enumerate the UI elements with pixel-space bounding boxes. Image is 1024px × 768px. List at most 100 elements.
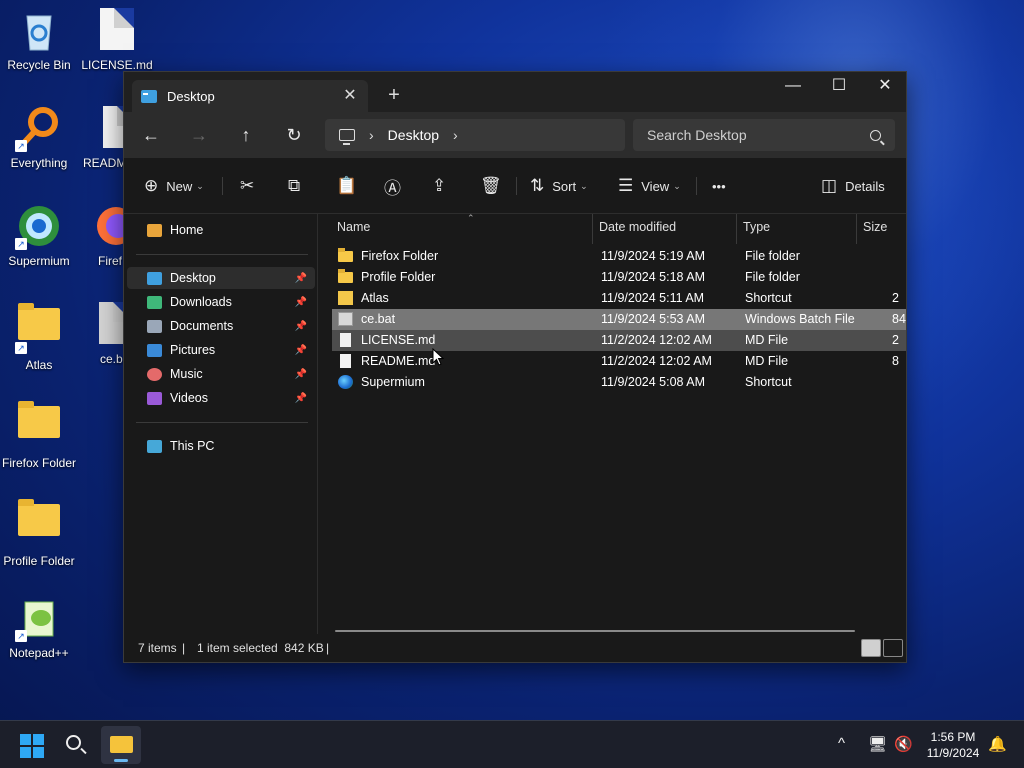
file-explorer-window[interactable]: Desktop ✕ + — ☐ ✕ ← → ↑ ↻ › Desktop › Se… [123,71,907,663]
details-view-button[interactable] [861,639,881,657]
table-row[interactable]: Atlas 11/9/2024 5:11 AM Shortcut 2 [332,288,906,309]
search-input[interactable]: Search Desktop [633,119,895,151]
up-button[interactable]: ↑ [231,121,261,149]
address-bar[interactable]: › Desktop › [325,119,625,151]
sidebar-item-home[interactable]: Home [127,219,315,241]
paste-button[interactable]: 📋 [336,172,357,200]
desktop-icon-ce-bat[interactable]: ce.b [78,302,124,366]
table-row[interactable]: README.md 11/2/2024 12:02 AM MD File 8 [332,351,906,372]
desktop-icon-label: Firef [98,254,122,268]
minimize-button[interactable]: — [770,72,816,102]
sidebar-item-pictures[interactable]: Pictures 📌 [127,339,315,361]
notification-bell-icon[interactable]: 🔔 [988,735,1007,753]
sidebar-item-this-pc[interactable]: This PC [127,435,315,457]
desktop-icon-profile-folder[interactable]: Profile Folder [0,498,78,568]
tiles-view-button[interactable] [883,639,903,657]
mouse-cursor [432,348,444,366]
more-options-button[interactable]: ••• [712,172,726,200]
maximize-button[interactable]: ☐ [816,72,862,102]
search-placeholder: Search Desktop [647,127,747,143]
pc-icon [339,129,355,145]
column-header-size[interactable]: Size [857,214,906,244]
new-tab-button[interactable]: + [382,84,406,108]
music-icon [147,367,162,381]
document-icon [95,8,139,52]
share-button[interactable]: ⇪ [432,172,446,200]
close-button[interactable]: ✕ [862,72,908,102]
file-name: LICENSE.md [361,333,436,347]
pin-icon[interactable]: 📌 [295,345,307,356]
delete-button[interactable]: 🗑 [480,172,502,200]
this-pc-icon [147,439,162,453]
copy-icon: ⧉ [288,176,301,195]
pin-icon[interactable]: 📌 [295,321,307,332]
table-row[interactable]: Supermium 11/9/2024 5:08 AM Shortcut [332,372,906,393]
sidebar-item-videos[interactable]: Videos 📌 [127,387,315,409]
taskbar-file-explorer[interactable] [101,726,141,764]
table-row[interactable]: LICENSE.md 11/2/2024 12:02 AM MD File 2 [332,330,906,351]
pin-icon[interactable]: 📌 [295,297,307,308]
status-separator: | [326,641,330,655]
volume-muted-icon[interactable]: 🔇 [894,735,913,753]
forward-button[interactable]: → [184,121,214,149]
desktop-icon-license[interactable]: LICENSE.md [78,8,156,72]
sidebar-item-music[interactable]: Music 📌 [127,363,315,385]
breadcrumb-desktop[interactable]: Desktop [388,127,439,143]
table-row[interactable]: Profile Folder 11/9/2024 5:18 AM File fold… [332,267,906,288]
details-pane-button[interactable]: ◫ Details [821,172,885,200]
pin-icon[interactable]: 📌 [295,273,307,284]
file-type: MD File [745,354,789,368]
sidebar-item-downloads[interactable]: Downloads 📌 [127,291,315,313]
title-bar[interactable]: Desktop ✕ + — ☐ ✕ [124,72,906,112]
clock[interactable]: 1:56 PM 11/9/2024 [912,729,994,761]
folder-icon [338,248,353,262]
chevron-down-icon: ⌄ [673,180,681,191]
pin-icon[interactable]: 📌 [295,393,307,404]
column-header-name[interactable]: ⌃ Name [331,214,593,244]
horizontal-scrollbar[interactable] [335,630,855,632]
toolbar-divider [516,177,517,195]
file-type: File folder [745,249,800,263]
file-name: README.md [361,354,436,368]
desktop-icon-readme[interactable]: READM [78,106,124,170]
chevron-right-icon[interactable]: › [369,127,374,143]
taskbar-search-button[interactable] [64,733,88,757]
view-button[interactable]: ☰ View ⌄ [618,172,681,200]
chevron-right-icon[interactable]: › [453,127,458,143]
start-button[interactable] [20,734,44,758]
back-button[interactable]: ← [136,121,166,149]
desktop-icon-recycle-bin[interactable]: Recycle Bin [0,8,78,72]
rename-button[interactable]: Ⓐ [384,172,401,200]
column-header-type[interactable]: Type [737,214,857,244]
sidebar-item-desktop[interactable]: Desktop 📌 [127,267,315,289]
column-header-date[interactable]: Date modified [593,214,737,244]
file-type: Windows Batch File [745,312,855,326]
new-button[interactable]: ⊕ New ⌄ [144,172,204,200]
scissors-icon: ✂ [240,176,255,195]
desktop-icon-atlas[interactable]: ↗ Atlas [0,302,78,372]
pin-icon[interactable]: 📌 [295,369,307,380]
table-row[interactable]: Firefox Folder 11/9/2024 5:19 AM File fold… [332,246,906,267]
table-row[interactable]: ce.bat 11/9/2024 5:53 AM Windows Batch Fil… [332,309,906,330]
desktop-icon-supermium[interactable]: ↗ Supermium [0,204,78,268]
sort-button[interactable]: ⇅ Sort ⌄ [530,172,588,200]
desktop-icon-firefox[interactable]: Firef [78,204,124,268]
network-icon[interactable]: 🖥 [868,735,887,753]
file-date-modified: 11/2/2024 12:02 AM [601,354,712,368]
desktop-icon-notepadpp[interactable]: ↗ Notepad++ [0,596,78,660]
tab-desktop[interactable]: Desktop ✕ [132,80,368,112]
desktop-icon-everything[interactable]: ↗ Everything [0,106,78,170]
tab-close-icon[interactable]: ✕ [338,84,362,108]
file-explorer-icon [110,736,133,753]
sidebar-item-label: Desktop [170,271,216,285]
desktop-icon-firefox-folder[interactable]: Firefox Folder [0,400,78,470]
tray-overflow-chevron[interactable]: ^ [838,735,845,752]
desktop-icon [147,271,162,285]
copy-button[interactable]: ⧉ [288,172,300,200]
sidebar-item-documents[interactable]: Documents 📌 [127,315,315,337]
recycle-bin-icon [17,8,61,52]
cut-button[interactable]: ✂ [240,172,254,200]
refresh-button[interactable]: ↻ [279,121,309,149]
column-header-label: Name [337,220,371,234]
home-icon [147,223,162,237]
